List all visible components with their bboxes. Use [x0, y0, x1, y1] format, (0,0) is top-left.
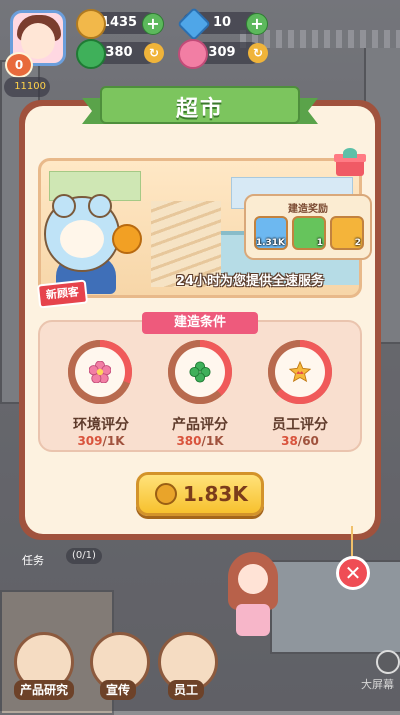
add-coins-button[interactable]: + — [142, 13, 164, 35]
condition-value: 309/1K — [77, 434, 125, 448]
condition-label: 员工评分 — [272, 417, 328, 433]
gem-value: 10 — [212, 15, 232, 30]
add-gems-button[interactable]: + — [246, 13, 268, 35]
gift-bow — [343, 148, 357, 158]
flower-refresh-button[interactable]: ↻ — [248, 43, 268, 63]
hamster-face — [60, 220, 104, 258]
new-customer-tag: 新顾客 — [36, 279, 89, 309]
condition-label: 环境评分 — [73, 417, 129, 433]
corner-text: 大屏幕 — [361, 678, 394, 691]
product-research-label: 产品研究 — [14, 680, 75, 700]
build-reward-panel: 建造奖励 1.31K 1 2 — [244, 194, 372, 260]
hamster-mascot — [44, 194, 120, 272]
clover-value: 380 — [105, 45, 133, 60]
character-dress — [236, 604, 270, 636]
level-badge: 0 — [5, 52, 33, 78]
lock-icon — [376, 650, 400, 674]
energy-counter: 11100 — [4, 77, 50, 97]
condition-value: 38/60 — [281, 434, 319, 448]
lightning-card-icon[interactable]: 1 — [292, 216, 326, 250]
coin-counter: 1435 + — [76, 9, 164, 39]
flower-value: 309 — [208, 45, 236, 60]
current-score: 38 — [281, 434, 298, 448]
staff-score-ring — [268, 340, 332, 404]
coin-icon — [76, 9, 106, 39]
clover-icon — [189, 361, 211, 383]
condition-value: 380/1K — [176, 434, 224, 448]
hamster-ear-right — [88, 194, 112, 218]
reward-count: 2 — [354, 238, 361, 248]
ring-core — [275, 347, 325, 397]
close-button-string — [351, 526, 353, 556]
staff-label: 员工 — [168, 680, 205, 700]
required-score: 1K — [106, 434, 125, 448]
task-label: 任务 — [22, 554, 44, 567]
current-score: 380 — [176, 434, 202, 448]
gem-counter: 10 + — [177, 7, 268, 41]
mystery-card-icon[interactable]: 2 — [330, 216, 364, 250]
condition-label: 产品评分 — [172, 417, 228, 433]
flower-icon — [89, 361, 111, 383]
flower-counter: 309 ↻ — [178, 39, 268, 69]
title-ribbon: 超市 — [82, 86, 318, 128]
reward-count: 1 — [316, 238, 323, 248]
hamster-ear-left — [52, 194, 76, 218]
ring-core — [75, 347, 125, 397]
gift-icon[interactable] — [334, 148, 366, 176]
task-progress: (0/1) — [66, 548, 102, 564]
banner-caption: 24小时为您提供全速服务 — [175, 274, 325, 289]
coin-value: 1435 — [100, 15, 138, 30]
current-score: 309 — [77, 434, 103, 448]
crown-card-icon[interactable]: 1.31K — [254, 216, 288, 250]
character-face — [238, 564, 268, 594]
clover-counter: 380 ↻ — [76, 39, 164, 69]
flower-icon — [178, 39, 208, 69]
product-score-ring — [168, 340, 232, 404]
close-button[interactable]: ✕ — [336, 556, 370, 590]
build-cost: 1.83K — [183, 482, 248, 506]
crown-star-icon — [289, 361, 311, 383]
reward-count: 1.31K — [255, 238, 285, 248]
required-score: 60 — [302, 434, 319, 448]
ring-core — [175, 347, 225, 397]
reward-title: 建造奖励 — [288, 204, 328, 215]
required-score: 1K — [205, 434, 224, 448]
clover-refresh-button[interactable]: ↻ — [144, 43, 164, 63]
coin-icon — [155, 483, 177, 505]
mascot-coin-sign — [112, 224, 142, 254]
shopkeeper-character — [228, 552, 278, 636]
dialog-title: 超市 — [175, 97, 224, 122]
environment-score-ring — [68, 340, 132, 404]
clover-icon — [76, 39, 106, 69]
build-button[interactable]: 1.83K — [136, 472, 264, 516]
conditions-title: 建造条件 — [142, 312, 258, 334]
promotion-label: 宣传 — [100, 680, 137, 700]
